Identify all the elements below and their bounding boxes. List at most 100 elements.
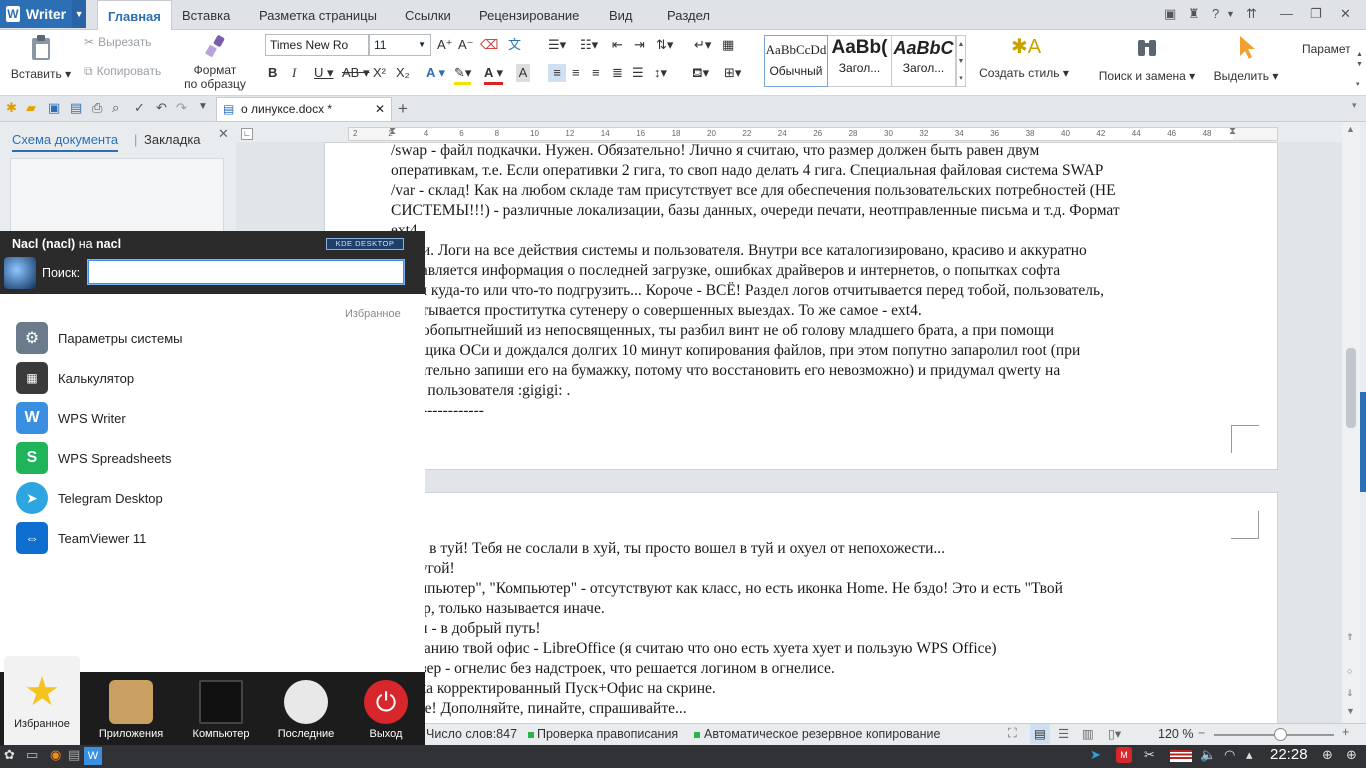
show-marks-icon[interactable]: ↵▾ <box>694 36 711 54</box>
app-menu-button[interactable]: W Writer ▼ <box>0 0 86 28</box>
activities-icon[interactable]: ⊕ <box>1346 747 1357 763</box>
kde-tab-applications[interactable]: Приложения <box>89 672 173 745</box>
scroll-thumb[interactable] <box>1346 348 1356 428</box>
outline-view-icon[interactable]: ☰ <box>1058 726 1069 741</box>
scroll-tabs-icon[interactable]: ▾ <box>1352 100 1357 111</box>
page-2[interactable]: ошел в туй! Тебя не сослали в хуй, ты пр… <box>324 492 1278 724</box>
volume-icon[interactable]: 🔈 <box>1200 747 1216 763</box>
select-button[interactable]: Выделить ▾ <box>1208 34 1284 83</box>
show-desktop-icon[interactable]: ▭ <box>26 747 38 763</box>
format-painter-button[interactable]: Формат по образцу <box>180 34 250 91</box>
superscript-icon[interactable]: X² <box>373 64 386 82</box>
tray-expand-icon[interactable]: ▴ <box>1246 747 1253 763</box>
mail-tray-icon[interactable]: M <box>1116 747 1132 763</box>
minimize-icon[interactable]: — <box>1280 6 1293 21</box>
right-indent-marker-icon[interactable]: ⧗ <box>1229 126 1236 137</box>
zoom-in-icon[interactable]: + <box>1342 725 1349 739</box>
keyboard-layout-flag-icon[interactable] <box>1170 750 1192 762</box>
document-line[interactable]: щего пользователя :gigigi: . <box>391 381 1120 401</box>
scroll-down-icon[interactable]: ▼ <box>1346 706 1355 716</box>
panel-toolbox-icon[interactable]: ⊕ <box>1322 747 1333 763</box>
undo-icon[interactable]: ↶ <box>156 100 167 116</box>
document-line[interactable]: ня все! Дополняйте, пинайте, спрашивайте… <box>391 699 1063 719</box>
chevron-down-icon[interactable]: ▼ <box>198 101 208 112</box>
help-icon[interactable]: ? <box>1212 6 1219 21</box>
page-up-icon[interactable]: ⇑ <box>1346 632 1354 643</box>
kde-item-wps-spreadsheets[interactable]: S WPS Spreadsheets <box>16 441 171 475</box>
clear-format-icon[interactable]: ⌫ <box>480 36 498 54</box>
document-line[interactable]: обязательно запиши его на бумажку, потом… <box>391 361 1120 381</box>
font-color-icon[interactable]: A ▾ <box>484 64 504 85</box>
char-shading-icon[interactable]: A <box>516 64 530 82</box>
open-folder-icon[interactable]: ▰ <box>26 100 36 116</box>
document-line[interactable]: ак бы - в добрый путь! <box>391 619 1063 639</box>
web-view-icon[interactable]: ▥ <box>1082 726 1094 741</box>
table-grid-icon[interactable]: ▦ <box>722 36 734 54</box>
tab-view[interactable]: Вид <box>599 0 643 30</box>
tab-insert[interactable]: Вставка <box>172 0 240 30</box>
close-tab-icon[interactable]: ✕ <box>375 98 385 120</box>
kde-item-system-settings[interactable]: ⚙ Параметры системы <box>16 321 183 355</box>
grow-font-icon[interactable]: A⁺ <box>437 36 453 54</box>
document-line[interactable]: й компьютер", "Компьютер" - отсутствуют … <box>391 579 1063 599</box>
firefox-icon[interactable]: ◉ <box>50 747 61 763</box>
new-doc-icon[interactable]: ✱ <box>6 100 17 116</box>
telegram-tray-icon[interactable]: ➤ <box>1090 747 1101 763</box>
close-icon[interactable]: ✕ <box>1340 6 1351 22</box>
page-2-text[interactable]: ошел в туй! Тебя не сослали в хуй, ты пр… <box>391 539 1063 719</box>
close-pane-icon[interactable]: ✕ <box>218 126 229 142</box>
distribute-icon[interactable]: ☰ <box>632 64 644 82</box>
document-line[interactable]: доставляется информация о последней загр… <box>391 261 1120 281</box>
scissors-tray-icon[interactable]: ✂ <box>1144 747 1155 763</box>
document-line[interactable]: молчанию твой офис - LibreOffice (я счит… <box>391 639 1063 659</box>
scroll-up-icon[interactable]: ▲ <box>1346 124 1355 134</box>
align-left-icon[interactable]: ≡ <box>548 64 566 82</box>
params-button[interactable]: Парамет <box>1302 42 1351 56</box>
borders-icon[interactable]: ⊞▾ <box>724 64 741 82</box>
chevron-down-icon[interactable]: ▼ <box>1226 9 1235 19</box>
document-line[interactable]: СИСТЕМЫ!!!) - различные локализации, баз… <box>391 201 1120 221</box>
numbering-icon[interactable]: ☷▾ <box>580 36 598 54</box>
kde-item-wps-writer[interactable]: W WPS Writer <box>16 401 126 435</box>
bullets-icon[interactable]: ☰▾ <box>548 36 566 54</box>
zoom-level[interactable]: 120 % <box>1158 727 1193 741</box>
kde-search-input[interactable] <box>88 260 404 284</box>
tab-stop-selector-icon[interactable]: ∟ <box>241 128 253 140</box>
strikethrough-icon[interactable]: AB ▾ <box>342 64 369 82</box>
style-heading-2[interactable]: AaBbC Загол... <box>892 35 956 87</box>
font-name-select[interactable]: Times New Ro <box>265 34 369 56</box>
document-line[interactable]: оперативкам, т.е. Если оперативки 2 гига… <box>391 161 1120 181</box>
word-count[interactable]: Число слов:847 <box>426 727 517 741</box>
ribbon-scroll-icon[interactable]: ▲ ▼ ▾ <box>1356 50 1364 90</box>
document-line[interactable]: ext4 <box>391 221 1120 241</box>
tab-bookmark[interactable]: Закладка <box>144 132 201 147</box>
document-line[interactable]: ошел в туй! Тебя не сослали в хуй, ты пр… <box>391 539 1063 559</box>
export-pdf-icon[interactable]: ▤ <box>70 100 82 116</box>
spellcheck-icon[interactable]: ✓ <box>134 100 145 116</box>
justify-icon[interactable]: ≣ <box>612 64 623 82</box>
wps-writer-task-icon[interactable]: W <box>84 747 102 765</box>
phonetic-guide-icon[interactable]: 文 <box>508 36 521 54</box>
document-line[interactable]: лезти куда-то или что-то подгрузить... К… <box>391 281 1120 301</box>
tab-home[interactable]: Главная <box>97 0 172 31</box>
print-preview-icon[interactable]: ⌕ <box>112 100 119 116</box>
shirt-icon[interactable]: ♜ <box>1188 6 1200 22</box>
page-1[interactable]: /swap - файл подкачки. Нужен. Обязательн… <box>324 142 1278 470</box>
save-icon[interactable]: ▣ <box>48 100 60 116</box>
sort-icon[interactable]: ⇅▾ <box>656 36 673 54</box>
document-line[interactable]: :- другой! <box>391 559 1063 579</box>
document-line[interactable]: ановщика ОСи и дождался долгих 10 минут … <box>391 341 1120 361</box>
document-line[interactable]: слегка корректированный Пуск+Офис на скр… <box>391 679 1063 699</box>
tab-references[interactable]: Ссылки <box>395 0 461 30</box>
redo-icon[interactable]: ↷ <box>176 100 187 116</box>
indent-marker-icon[interactable]: ⧗ <box>389 126 396 137</box>
print-icon[interactable]: ⎙ <box>92 100 102 116</box>
zoom-out-icon[interactable]: − <box>1198 726 1205 740</box>
document-line[interactable]: ------------------ <box>391 401 1120 421</box>
network-icon[interactable]: ◠ <box>1224 747 1235 763</box>
increase-indent-icon[interactable]: ⇥ <box>634 36 645 54</box>
document-line[interactable]: ьютер, только называется иначе. <box>391 599 1063 619</box>
collapse-ribbon-icon[interactable]: ⇈ <box>1246 6 1257 22</box>
document-line[interactable]: отчитывается проститутка сутенеру о сове… <box>391 301 1120 321</box>
kde-item-telegram[interactable]: ➤ Telegram Desktop <box>16 481 163 515</box>
